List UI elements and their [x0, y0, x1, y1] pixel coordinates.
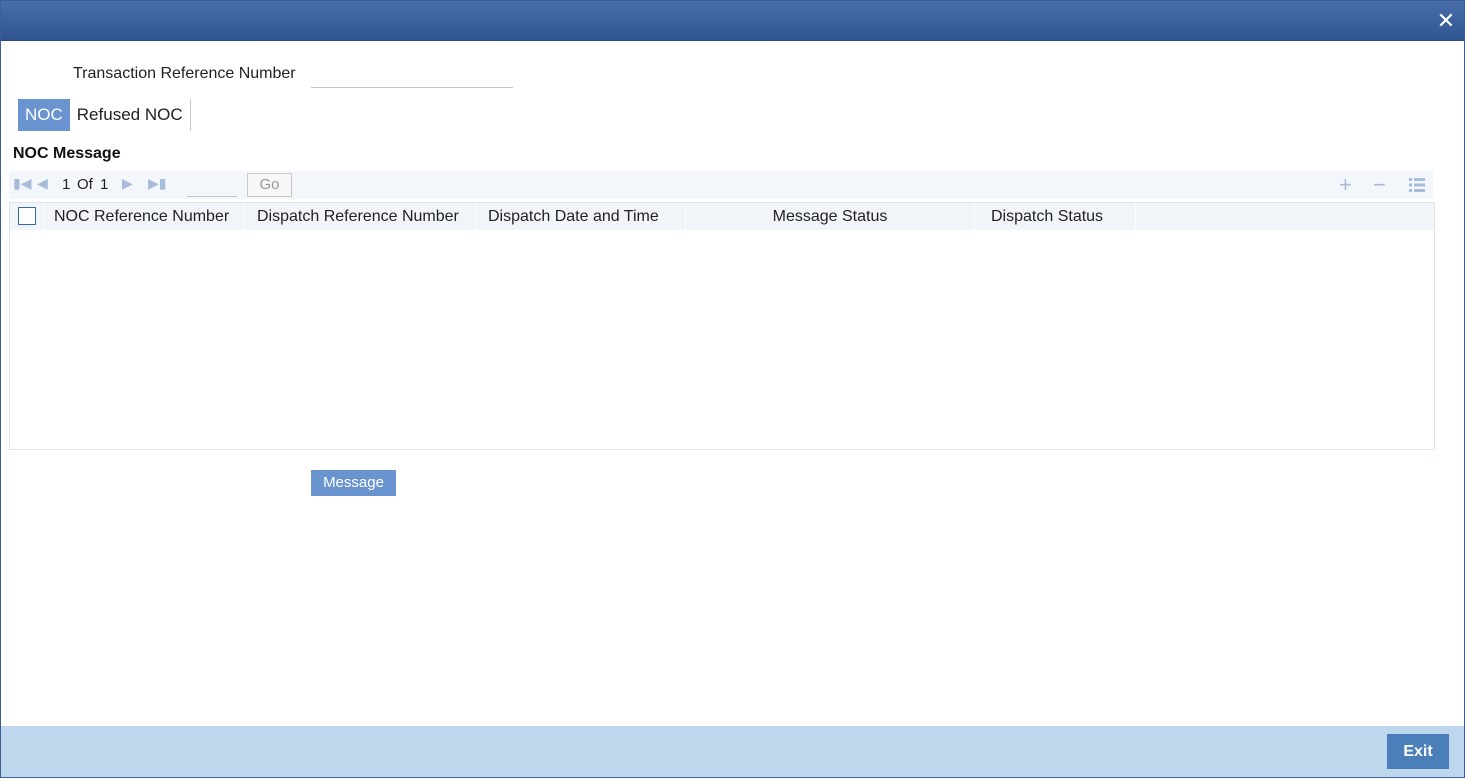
transaction-reference-label: Transaction Reference Number	[73, 65, 296, 82]
go-button[interactable]: Go	[247, 173, 292, 197]
dialog-window: ✕ Transaction Reference Number NOC Refus…	[0, 0, 1465, 778]
noc-message-table: NOC Reference Number Dispatch Reference …	[9, 202, 1435, 450]
select-all-checkbox[interactable]	[18, 207, 36, 225]
last-page-icon[interactable]: ▶▮	[148, 175, 166, 192]
of-label: Of	[77, 176, 93, 193]
section-title: NOC Message	[13, 145, 121, 162]
add-row-icon[interactable]: +	[1339, 172, 1352, 198]
current-page: 1	[62, 176, 71, 193]
next-page-icon[interactable]: ▶	[122, 175, 133, 192]
single-view-icon[interactable]	[1409, 178, 1425, 197]
pager-toolbar: ▮◀ ◀ 1 Of 1 ▶ ▶▮ Go + −	[9, 171, 1433, 199]
col-dispatch-status[interactable]: Dispatch Status	[975, 203, 1136, 230]
col-dispatch-date-time[interactable]: Dispatch Date and Time	[476, 203, 686, 230]
tab-noc[interactable]: NOC	[18, 99, 70, 131]
tab-bar: NOC Refused NOC	[18, 99, 191, 131]
message-button[interactable]: Message	[311, 470, 396, 496]
delete-row-icon[interactable]: −	[1373, 172, 1386, 198]
col-message-status[interactable]: Message Status	[686, 203, 975, 230]
footer-bar: Exit	[1, 726, 1464, 777]
goto-page-input[interactable]	[187, 173, 237, 197]
previous-page-icon[interactable]: ◀	[37, 175, 48, 192]
title-bar: ✕	[1, 1, 1464, 41]
total-pages: 1	[100, 176, 109, 193]
first-page-icon[interactable]: ▮◀	[13, 175, 31, 192]
transaction-reference-input[interactable]	[311, 61, 513, 88]
select-all-cell	[10, 203, 44, 230]
exit-button[interactable]: Exit	[1387, 734, 1449, 769]
table-header: NOC Reference Number Dispatch Reference …	[10, 203, 1434, 230]
col-noc-reference-number[interactable]: NOC Reference Number	[44, 203, 245, 230]
close-icon[interactable]: ✕	[1434, 9, 1458, 33]
col-dispatch-reference-number[interactable]: Dispatch Reference Number	[245, 203, 476, 230]
tab-refused-noc[interactable]: Refused NOC	[70, 99, 191, 131]
